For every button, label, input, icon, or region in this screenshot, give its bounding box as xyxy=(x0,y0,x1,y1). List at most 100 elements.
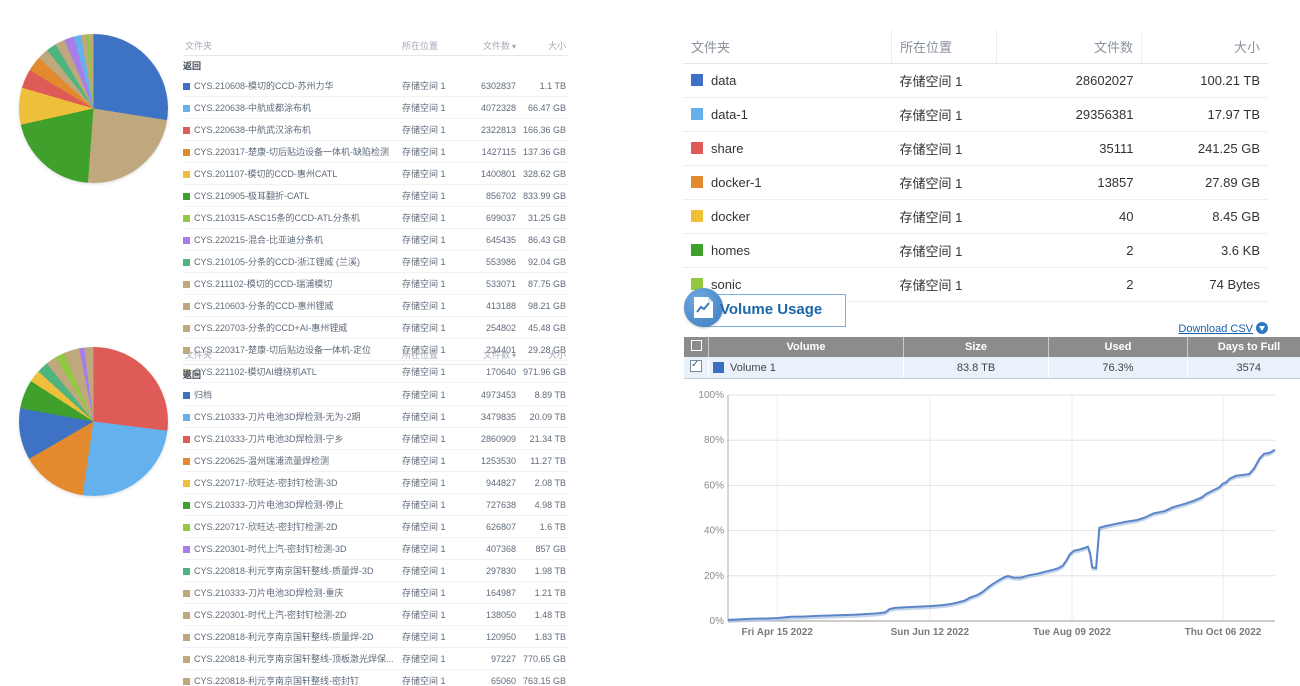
folder-name-cell[interactable]: CYS.210333-刀片电池3D焊检测-重庆 xyxy=(183,582,400,604)
table-row[interactable]: CYS.210333-刀片电池3D焊检测-宁乡存储空间 1286090921.3… xyxy=(183,428,568,450)
table-row[interactable]: CYS.220818-利元亨南京国轩整线-顶板激光焊保...存储空间 19722… xyxy=(183,648,568,670)
column-header-2[interactable]: 文件数 xyxy=(456,36,518,56)
folder-name-cell[interactable]: CYS.210603-分条的CCD-惠州锂威 xyxy=(183,295,400,317)
folder-name-cell[interactable]: docker xyxy=(683,200,892,234)
folder-name-cell[interactable]: CYS.210105-分条的CCD-浙江锂威 (兰溪) xyxy=(183,251,400,273)
table-row[interactable]: CYS.210333-刀片电池3D焊检测-重庆存储空间 11649871.21 … xyxy=(183,582,568,604)
table-row[interactable]: docker-1存储空间 11385727.89 GB xyxy=(683,166,1268,200)
back-label[interactable]: 返回 xyxy=(183,365,568,385)
table-row[interactable]: share存储空间 135111241.25 GB xyxy=(683,132,1268,166)
folder-name-cell[interactable]: CYS.220703-分条的CCD+AI-惠州锂威 xyxy=(183,317,400,339)
column-header-0[interactable]: 文件夹 xyxy=(183,36,400,56)
table-row[interactable]: CYS.220717-欣旺达-密封钉检测-3D存储空间 19448272.08 … xyxy=(183,472,568,494)
column-header-1[interactable]: 所在位置 xyxy=(400,345,456,365)
table-row[interactable]: CYS.210105-分条的CCD-浙江锂威 (兰溪)存储空间 15539869… xyxy=(183,251,568,273)
table-row[interactable]: data-1存储空间 12935638117.97 TB xyxy=(683,98,1268,132)
table-row[interactable]: CYS.220638-中航成都涂布机存储空间 1407232866.47 GB xyxy=(183,97,568,119)
select-all-header[interactable] xyxy=(684,337,709,357)
folder-name-cell[interactable]: CYS.210333-刀片电池3D焊检测-停止 xyxy=(183,494,400,516)
table-row[interactable]: CYS.220703-分条的CCD+AI-惠州锂威存储空间 125480245.… xyxy=(183,317,568,339)
download-icon[interactable] xyxy=(1256,322,1268,334)
folder-color-swatch xyxy=(691,74,703,86)
table-row[interactable]: CYS.220625-温州瑞浦流量焊检测存储空间 1125353011.27 T… xyxy=(183,450,568,472)
folder-name-cell[interactable]: CYS.220301-时代上汽-密封钉检测-3D xyxy=(183,538,400,560)
table-row[interactable]: CYS.220818-利元亨南京国轩整线-质量焊-2D存储空间 11209501… xyxy=(183,626,568,648)
folder-name-cell[interactable]: homes xyxy=(683,234,892,268)
checkbox-cell[interactable] xyxy=(684,357,709,379)
table-row[interactable]: CYS.201107-模切的CCD-惠州CATL存储空间 11400801328… xyxy=(183,163,568,185)
volume-name-cell[interactable]: Volume 1 xyxy=(709,357,904,379)
folder-name: CYS.220818-利元亨南京国轩整线-顶板激光焊保... xyxy=(194,654,394,664)
column-header-1[interactable]: 所在位置 xyxy=(400,36,456,56)
column-header-0[interactable]: 文件夹 xyxy=(683,30,892,64)
table-row[interactable]: CYS.220717-欣旺达-密封钉检测-2D存储空间 16268071.6 T… xyxy=(183,516,568,538)
table-row[interactable]: homes存储空间 123.6 KB xyxy=(683,234,1268,268)
folder-name-cell[interactable]: docker-1 xyxy=(683,166,892,200)
folder-name-cell[interactable]: CYS.220717-欣旺达-密封钉检测-2D xyxy=(183,516,400,538)
column-header-2[interactable]: 文件数 xyxy=(997,30,1142,64)
folder-name-cell[interactable]: CYS.211102-模切的CCD-瑞浦模切 xyxy=(183,273,400,295)
folder-name-cell[interactable]: CYS.220717-欣旺达-密封钉检测-3D xyxy=(183,472,400,494)
table-row[interactable]: CYS.210333-刀片电池3D焊检测-无为-2期存储空间 134798352… xyxy=(183,406,568,428)
column-header-0[interactable]: 文件夹 xyxy=(183,345,400,365)
folder-color-swatch xyxy=(183,149,190,156)
table-row[interactable]: CYS.210608-模切的CCD-苏州力华存储空间 163028371.1 T… xyxy=(183,75,568,97)
column-header-3[interactable]: 大小 xyxy=(518,36,568,56)
folder-name-cell[interactable]: CYS.220317-楚康-切后贴边设备一体机-缺陷检测 xyxy=(183,141,400,163)
folder-name-cell[interactable]: CYS.220215-混合-比亚迪分条机 xyxy=(183,229,400,251)
table-row[interactable]: 归档存储空间 149734538.89 TB xyxy=(183,384,568,406)
table-row[interactable]: docker存储空间 1408.45 GB xyxy=(683,200,1268,234)
table-row[interactable]: CYS.210315-ASC15条的CCD-ATL分条机存储空间 1699037… xyxy=(183,207,568,229)
column-header-1[interactable]: 所在位置 xyxy=(892,30,997,64)
table-row[interactable]: CYS.220301-时代上汽-密封钉检测-2D存储空间 11380501.48… xyxy=(183,604,568,626)
folder-name-cell[interactable]: CYS.220625-温州瑞浦流量焊检测 xyxy=(183,450,400,472)
pie-chart-bottom-left[interactable] xyxy=(19,347,168,496)
table-row[interactable]: CYS.220818-利元亨南京国轩整线-质量焊-3D存储空间 12978301… xyxy=(183,560,568,582)
volume-row[interactable]: Volume 183.8 TB76.3%3574 xyxy=(684,357,1300,379)
usage-column-header-0[interactable]: Volume xyxy=(709,337,904,357)
table-row[interactable]: CYS.220818-利元亨南京国轩整线-密封钉存储空间 165060763.1… xyxy=(183,670,568,686)
folder-name-cell[interactable]: CYS.210333-刀片电池3D焊检测-无为-2期 xyxy=(183,406,400,428)
folder-color-swatch xyxy=(183,502,190,509)
table-row[interactable]: data存储空间 128602027100.21 TB xyxy=(683,64,1268,98)
folder-name-cell[interactable]: CYS.220818-利元亨南京国轩整线-质量焊-2D xyxy=(183,626,400,648)
folder-name-cell[interactable]: CYS.220818-利元亨南京国轩整线-质量焊-3D xyxy=(183,560,400,582)
table-row[interactable]: CYS.220301-时代上汽-密封钉检测-3D存储空间 1407368857 … xyxy=(183,538,568,560)
table-row[interactable]: CYS.210603-分条的CCD-惠州锂威存储空间 141318898.21 … xyxy=(183,295,568,317)
folder-name-cell[interactable]: CYS.220818-利元亨南京国轩整线-密封钉 xyxy=(183,670,400,686)
folder-name-cell[interactable]: data-1 xyxy=(683,98,892,132)
table-row[interactable]: CYS.220638-中航武汉涂布机存储空间 12322813166.36 GB xyxy=(183,119,568,141)
folder-name-cell[interactable]: CYS.210608-模切的CCD-苏州力华 xyxy=(183,75,400,97)
select-all-checkbox[interactable] xyxy=(691,340,702,351)
folder-name-cell[interactable]: CYS.220638-中航成都涂布机 xyxy=(183,97,400,119)
file-count-cell: 2322813 xyxy=(456,119,518,141)
folder-name-cell[interactable]: CYS.220818-利元亨南京国轩整线-顶板激光焊保... xyxy=(183,648,400,670)
table-row[interactable]: CYS.211102-模切的CCD-瑞浦模切存储空间 153307187.75 … xyxy=(183,273,568,295)
column-header-3[interactable]: 大小 xyxy=(518,345,568,365)
volume-checkbox[interactable] xyxy=(690,360,702,372)
folder-name-cell[interactable]: CYS.220638-中航武汉涂布机 xyxy=(183,119,400,141)
folder-name-cell[interactable]: CYS.210333-刀片电池3D焊检测-宁乡 xyxy=(183,428,400,450)
folder-name-cell[interactable]: CYS.201107-模切的CCD-惠州CATL xyxy=(183,163,400,185)
folder-name-cell[interactable]: share xyxy=(683,132,892,166)
folder-name-cell[interactable]: CYS.210905-极耳翻折-CATL xyxy=(183,185,400,207)
back-row[interactable]: 返回 xyxy=(183,56,568,76)
usage-column-header-1[interactable]: Size xyxy=(904,337,1049,357)
back-row[interactable]: 返回 xyxy=(183,365,568,385)
folder-name-cell[interactable]: CYS.220301-时代上汽-密封钉检测-2D xyxy=(183,604,400,626)
folder-name-cell[interactable]: CYS.210315-ASC15条的CCD-ATL分条机 xyxy=(183,207,400,229)
pie-chart-top-left[interactable] xyxy=(19,34,168,183)
table-row[interactable]: CYS.220317-楚康-切后贴边设备一体机-缺陷检测存储空间 1142711… xyxy=(183,141,568,163)
table-row[interactable]: CYS.210333-刀片电池3D焊检测-停止存储空间 17276384.98 … xyxy=(183,494,568,516)
download-csv-link[interactable]: Download CSV xyxy=(1178,323,1253,335)
folder-name-cell[interactable]: data xyxy=(683,64,892,98)
usage-column-header-2[interactable]: Used xyxy=(1049,337,1188,357)
back-label[interactable]: 返回 xyxy=(183,56,568,76)
column-header-2[interactable]: 文件数 xyxy=(456,345,518,365)
table-row[interactable]: CYS.220215-混合-比亚迪分条机存储空间 164543586.43 GB xyxy=(183,229,568,251)
folder-name-cell[interactable]: 归档 xyxy=(183,384,400,406)
column-header-3[interactable]: 大小 xyxy=(1142,30,1269,64)
table-row[interactable]: CYS.210905-极耳翻折-CATL存储空间 1856702833.99 G… xyxy=(183,185,568,207)
usage-column-header-3[interactable]: Days to Full xyxy=(1188,337,1300,357)
folder-name: CYS.220301-时代上汽-密封钉检测-2D xyxy=(194,610,347,620)
